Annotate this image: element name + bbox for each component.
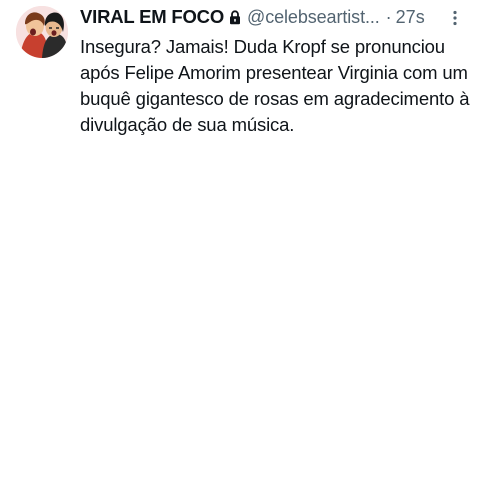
lock-icon	[229, 9, 241, 25]
user-handle[interactable]: @celebseartist...	[247, 7, 380, 28]
avatar-image	[16, 6, 68, 58]
tweet-text: Insegura? Jamais! Duda Kropf se pronunci…	[80, 36, 470, 135]
timestamp[interactable]: 27s	[396, 7, 425, 28]
tweet[interactable]: VIRAL EM FOCO @celebseartist... · 27s In…	[0, 0, 480, 480]
tweet-content: VIRAL EM FOCO @celebseartist... · 27s In…	[80, 4, 472, 138]
more-vertical-icon[interactable]	[451, 10, 459, 26]
tweet-header: VIRAL EM FOCO @celebseartist... · 27s	[80, 4, 472, 30]
avatar[interactable]	[16, 6, 68, 58]
separator-dot: ·	[385, 6, 392, 27]
display-name[interactable]: VIRAL EM FOCO	[80, 6, 224, 28]
